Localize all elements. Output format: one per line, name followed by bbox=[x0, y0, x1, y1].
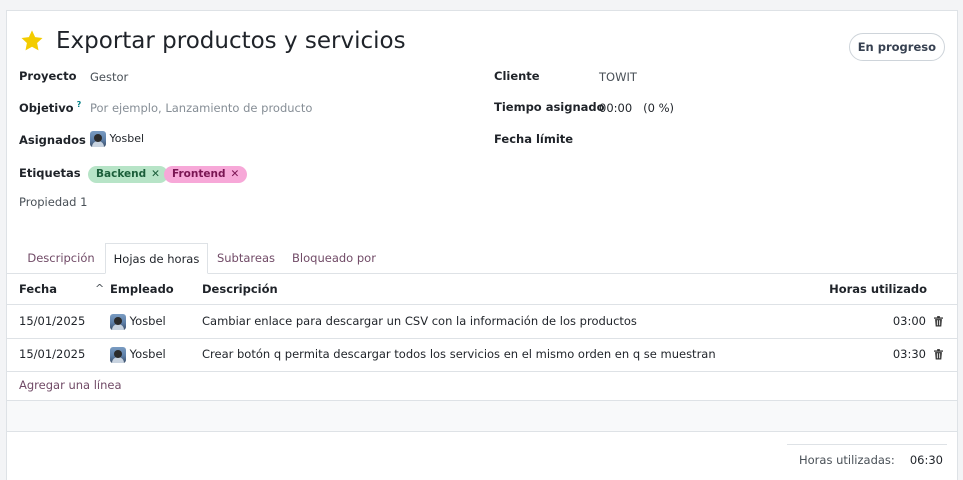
project-field[interactable]: Gestor bbox=[90, 70, 128, 84]
objective-input[interactable]: Por ejemplo, Lanzamiento de producto bbox=[90, 101, 312, 115]
deadline-label: Fecha límite bbox=[494, 132, 574, 146]
assignee-chip[interactable]: Yosbel bbox=[90, 131, 144, 147]
row-employee-name: Yosbel bbox=[129, 347, 166, 361]
avatar bbox=[110, 346, 126, 363]
trash-icon[interactable] bbox=[934, 316, 943, 327]
tab-blocked-by[interactable]: Bloqueado por bbox=[289, 243, 379, 273]
notebook-tabs: Descripción Hojas de horas Subtareas Blo… bbox=[7, 243, 957, 274]
column-hours[interactable]: Horas utilizado bbox=[829, 274, 927, 304]
tab-description[interactable]: Descripción bbox=[19, 243, 103, 273]
tag-backend[interactable]: Backend ✕ bbox=[88, 166, 168, 183]
avatar bbox=[110, 313, 126, 330]
column-date[interactable]: Fecha bbox=[19, 274, 57, 304]
stage-button[interactable]: En progreso bbox=[848, 33, 945, 61]
allocated-hours-label: Tiempo asignado bbox=[494, 100, 605, 114]
objective-label: Objetivo? bbox=[19, 100, 81, 115]
sort-asc-icon[interactable]: ^ bbox=[95, 274, 104, 304]
avatar bbox=[90, 131, 106, 147]
row-employee-name: Yosbel bbox=[129, 314, 166, 328]
tag-frontend-label: Frontend bbox=[172, 168, 226, 180]
row-hours: 03:30 bbox=[892, 347, 926, 361]
favorite-star-icon[interactable] bbox=[19, 28, 45, 54]
empty-row bbox=[7, 401, 957, 432]
allocated-hours-value: 00:00 bbox=[599, 101, 633, 115]
timesheet-header: Fecha ^ Empleado Descripción Horas utili… bbox=[7, 274, 957, 305]
help-tooltip-icon[interactable]: ? bbox=[77, 100, 82, 109]
row-date: 15/01/2025 bbox=[19, 347, 86, 361]
tag-frontend[interactable]: Frontend ✕ bbox=[164, 166, 248, 183]
allocated-hours-field[interactable]: 00:00 (0 %) bbox=[599, 101, 674, 115]
column-description[interactable]: Descripción bbox=[202, 274, 278, 304]
total-hours-label: Horas utilizadas: bbox=[799, 453, 895, 467]
tab-subtasks[interactable]: Subtareas bbox=[210, 243, 282, 273]
table-row[interactable]: 15/01/2025 Yosbel Cambiar enlace para de… bbox=[7, 305, 957, 339]
tag-backend-label: Backend bbox=[96, 168, 147, 180]
assignee-name: Yosbel bbox=[109, 132, 145, 145]
row-employee: Yosbel bbox=[110, 305, 166, 338]
row-description: Cambiar enlace para descargar un CSV con… bbox=[202, 314, 637, 328]
add-line-link[interactable]: Agregar una línea bbox=[19, 371, 122, 399]
total-hours-value: 06:30 bbox=[909, 453, 943, 467]
column-employee[interactable]: Empleado bbox=[110, 274, 174, 304]
total-hours: Horas utilizadas: 06:30 bbox=[787, 444, 947, 479]
trash-icon[interactable] bbox=[934, 349, 943, 360]
add-line-row: Agregar una línea bbox=[7, 371, 957, 401]
tags-label: Etiquetas bbox=[19, 166, 81, 180]
customer-field[interactable]: TOWIT bbox=[599, 70, 637, 84]
task-title[interactable]: Exportar productos y servicios bbox=[56, 28, 406, 54]
row-hours: 03:00 bbox=[892, 314, 926, 328]
task-form-card: Exportar productos y servicios En progre… bbox=[6, 10, 958, 480]
customer-label: Cliente bbox=[494, 69, 540, 83]
row-employee: Yosbel bbox=[110, 338, 166, 371]
property-label: Propiedad 1 bbox=[19, 195, 88, 209]
table-row[interactable]: 15/01/2025 Yosbel Crear botón q permita … bbox=[7, 338, 957, 372]
close-icon[interactable]: ✕ bbox=[231, 168, 240, 180]
allocated-percent: (0 %) bbox=[643, 101, 674, 115]
tab-timesheets[interactable]: Hojas de horas bbox=[105, 243, 208, 274]
row-date: 15/01/2025 bbox=[19, 314, 86, 328]
row-description: Crear botón q permita descargar todos lo… bbox=[202, 347, 716, 361]
project-label: Proyecto bbox=[19, 69, 77, 83]
objective-label-text: Objetivo bbox=[19, 100, 74, 115]
close-icon[interactable]: ✕ bbox=[151, 168, 160, 180]
assignees-label: Asignados bbox=[19, 133, 86, 147]
